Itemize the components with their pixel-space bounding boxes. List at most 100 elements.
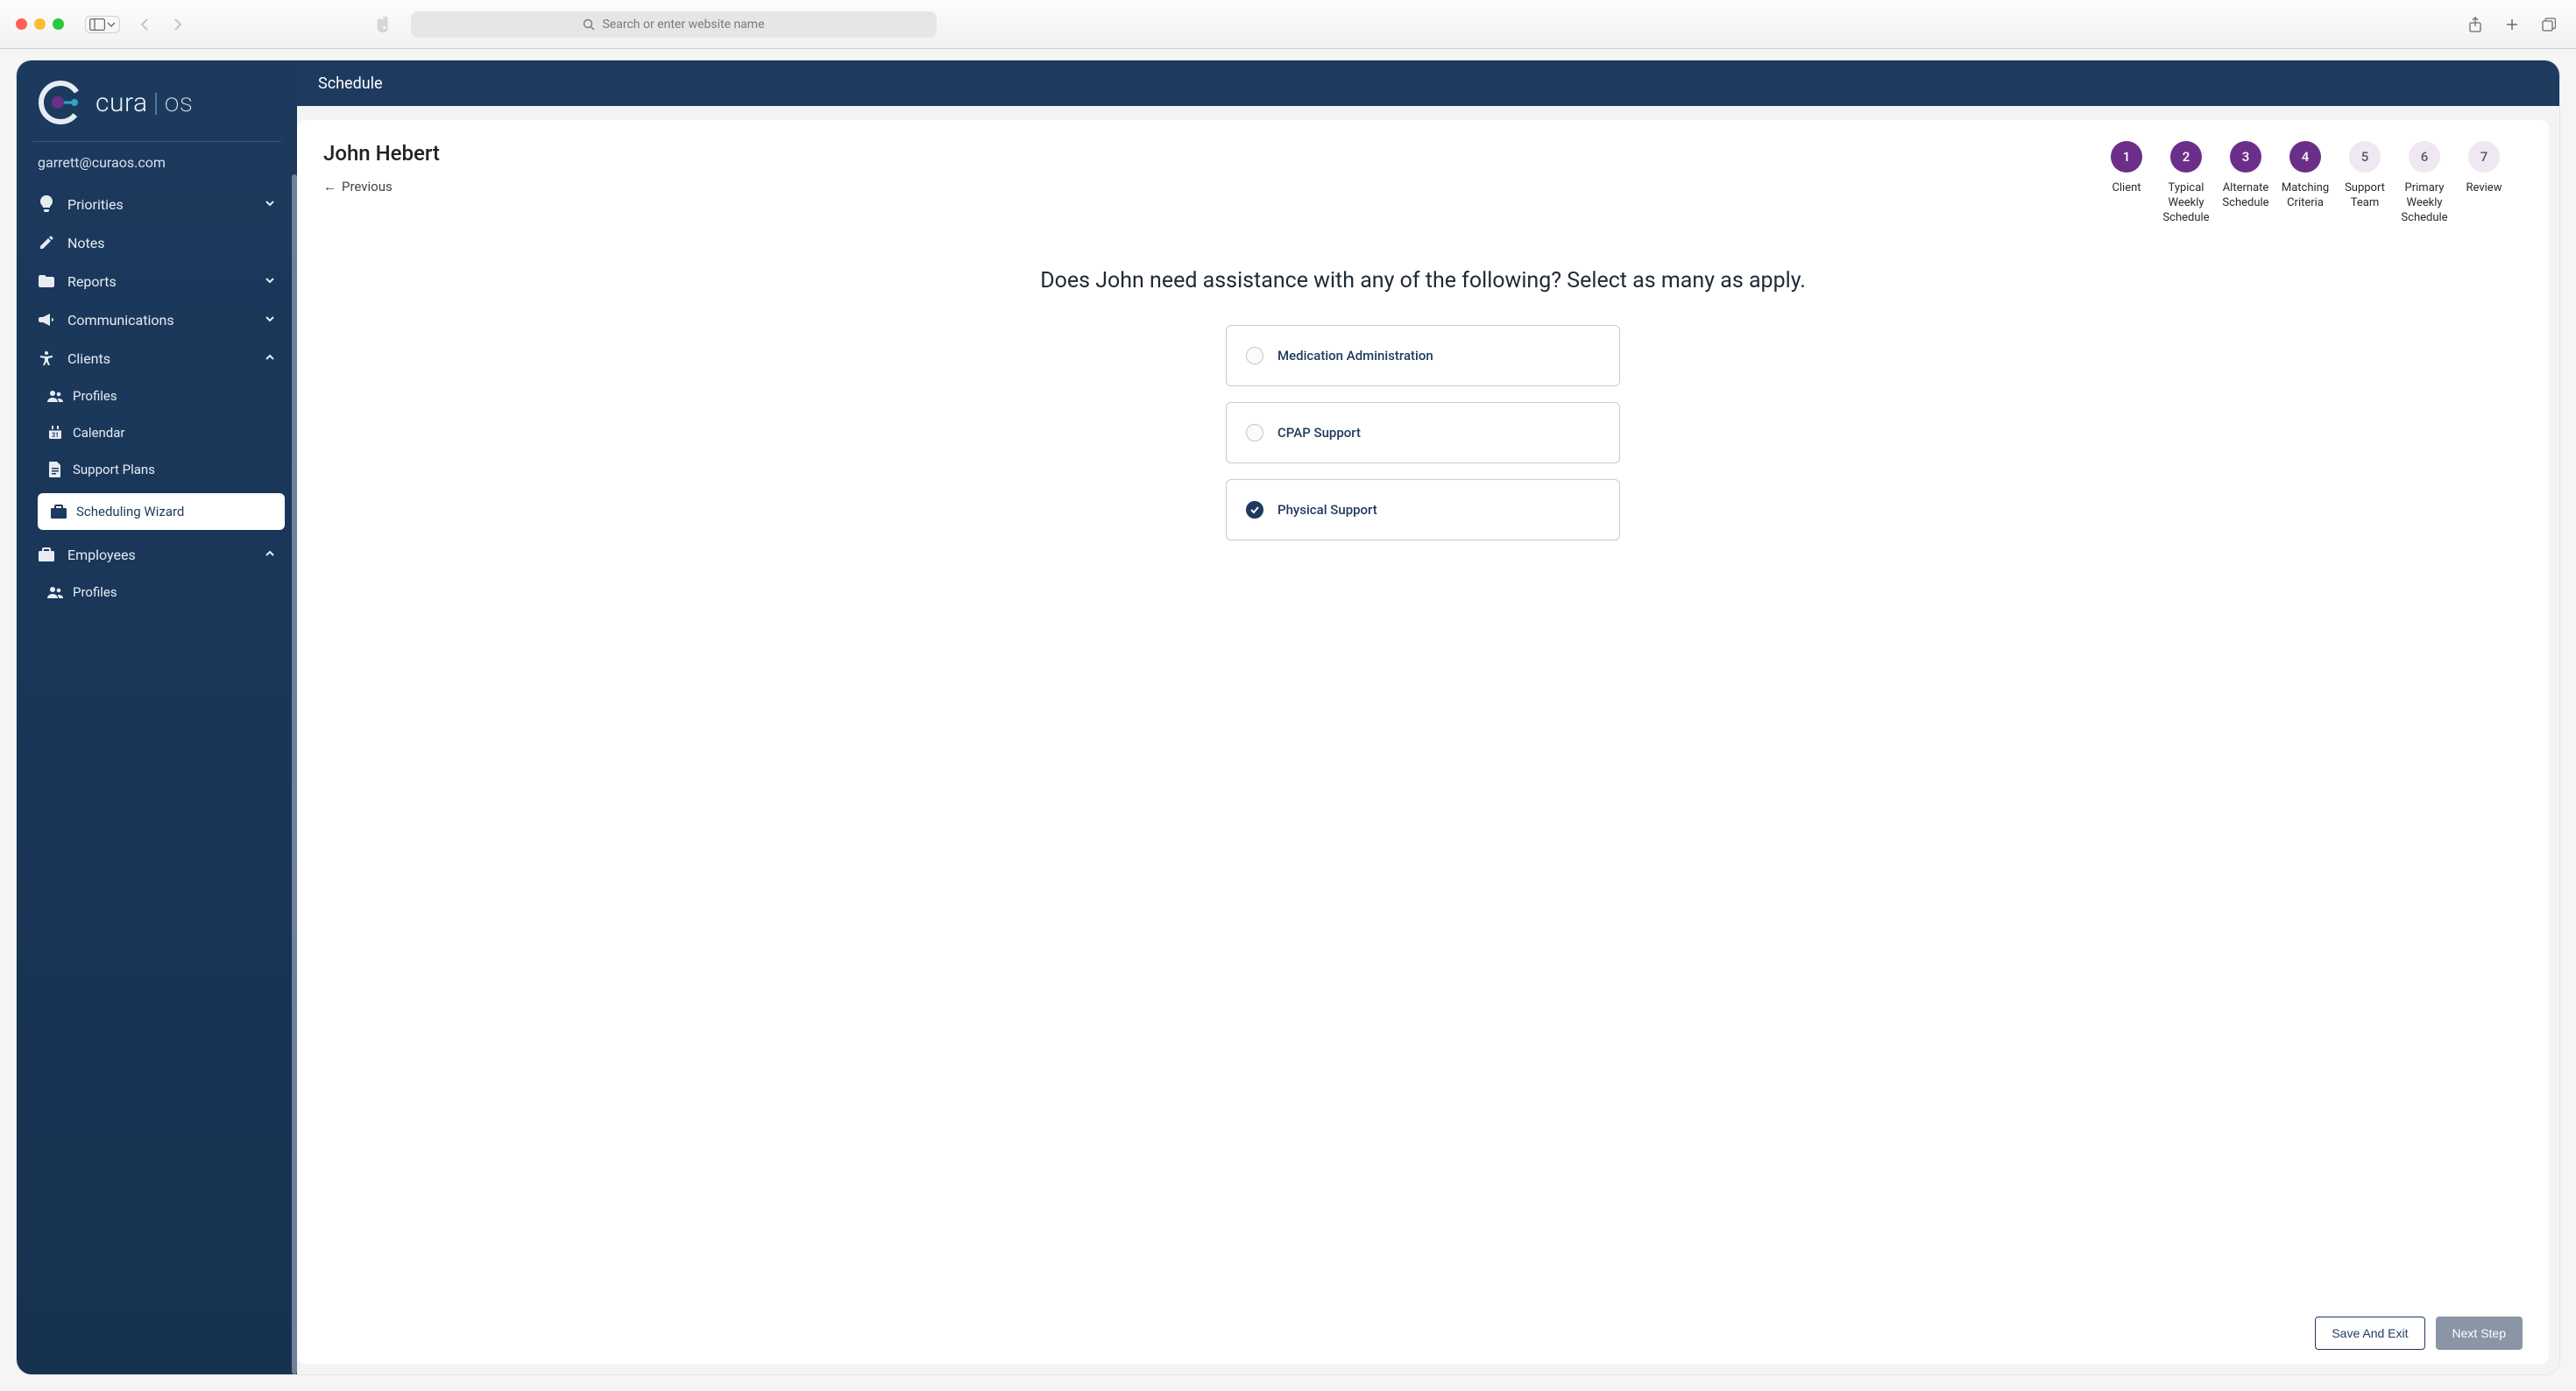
option-medication-administration[interactable]: Medication Administration <box>1226 325 1620 386</box>
step-number: 1 <box>2111 141 2142 173</box>
chevron-down-icon <box>107 20 116 29</box>
share-button[interactable] <box>2464 13 2487 36</box>
calendar-icon: 31 <box>46 424 64 441</box>
footer-actions: Save And Exit Next Step <box>323 1299 2523 1350</box>
sidebar-item-label: Communications <box>67 312 174 328</box>
sidebar-item-label: Notes <box>67 235 105 251</box>
step-number: 5 <box>2349 141 2381 173</box>
sidebar-item-label: Clients <box>67 350 110 367</box>
chevron-up-icon <box>264 547 276 563</box>
folder-icon <box>38 272 55 290</box>
previous-link[interactable]: ← Previous <box>323 179 393 194</box>
app-shell: cura|os garrett@curaos.com Priorities No… <box>16 60 2560 1375</box>
tabs-button[interactable] <box>2537 13 2560 36</box>
people-icon <box>46 387 64 405</box>
pencil-icon <box>38 234 55 251</box>
option-label: CPAP Support <box>1277 425 1361 441</box>
sidebar-subitem-scheduling-wizard[interactable]: Scheduling Wizard <box>38 493 285 530</box>
sidebar-item-clients[interactable]: Clients <box>17 339 297 378</box>
browser-chrome: Search or enter website name <box>0 0 2576 49</box>
step-6[interactable]: 6 Primary Weekly Schedule <box>2395 141 2454 226</box>
client-name: John Hebert <box>323 141 499 166</box>
back-button[interactable] <box>134 13 157 36</box>
accessibility-icon <box>38 350 55 367</box>
new-tab-button[interactable] <box>2501 13 2523 36</box>
sidebar-item-priorities[interactable]: Priorities <box>17 185 297 223</box>
question-text: Does John need assistance with any of th… <box>323 268 2523 293</box>
window-controls <box>16 18 64 30</box>
step-3[interactable]: 3 Alternate Schedule <box>2216 141 2275 226</box>
people-icon <box>46 583 64 601</box>
svg-text:31: 31 <box>52 432 59 439</box>
next-step-button[interactable]: Next Step <box>2436 1317 2523 1350</box>
evernote-icon <box>372 15 392 34</box>
sidebar-subitem-employee-profiles[interactable]: Profiles <box>17 574 297 611</box>
sidebar: cura|os garrett@curaos.com Priorities No… <box>17 60 297 1374</box>
brand-name-b: os <box>165 88 194 118</box>
sidebar-icon <box>89 18 105 31</box>
arrow-left-icon: ← <box>323 179 336 194</box>
stepper: 1 Client 2 Typical Weekly Schedule 3 Alt… <box>2097 141 2523 226</box>
checkbox <box>1246 424 1263 441</box>
logo-text: cura|os <box>96 88 193 118</box>
logo: cura|os <box>17 60 297 138</box>
document-icon <box>46 461 64 478</box>
step-label: Typical Weekly Schedule <box>2156 181 2216 226</box>
options-list: Medication Administration CPAP Support P… <box>1226 325 1620 540</box>
maximize-window-button[interactable] <box>53 18 64 30</box>
step-number: 4 <box>2289 141 2321 173</box>
step-label: Review <box>2466 181 2502 196</box>
sidebar-item-notes[interactable]: Notes <box>17 223 297 262</box>
sidebar-subitem-label: Calendar <box>73 425 125 441</box>
sidebar-item-reports[interactable]: Reports <box>17 262 297 300</box>
nav-arrows <box>134 13 188 36</box>
sidebar-subitem-profiles[interactable]: Profiles <box>17 378 297 414</box>
sidebar-item-label: Employees <box>67 547 136 563</box>
step-1[interactable]: 1 Client <box>2097 141 2156 226</box>
step-4[interactable]: 4 Matching Criteria <box>2275 141 2335 226</box>
step-label: Support Team <box>2335 181 2395 211</box>
step-7[interactable]: 7 Review <box>2454 141 2514 226</box>
chrome-right-controls <box>2464 13 2560 36</box>
sidebar-item-employees[interactable]: Employees <box>17 535 297 574</box>
option-cpap-support[interactable]: CPAP Support <box>1226 402 1620 463</box>
sidebar-item-label: Priorities <box>67 196 124 213</box>
chevron-down-icon <box>264 312 276 328</box>
step-label: Primary Weekly Schedule <box>2395 181 2454 226</box>
client-block: John Hebert ← Previous <box>323 141 499 194</box>
search-icon <box>583 18 595 31</box>
chevron-down-icon <box>264 196 276 213</box>
step-label: Matching Criteria <box>2275 181 2335 211</box>
option-label: Medication Administration <box>1277 348 1433 364</box>
forward-button[interactable] <box>166 13 188 36</box>
step-number: 2 <box>2170 141 2202 173</box>
option-physical-support[interactable]: Physical Support <box>1226 479 1620 540</box>
chevron-down-icon <box>264 273 276 290</box>
megaphone-icon <box>38 311 55 328</box>
sidebar-toggle-group[interactable] <box>85 16 120 33</box>
topbar: Schedule <box>297 60 2559 106</box>
sidebar-item-label: Reports <box>67 273 117 290</box>
step-2[interactable]: 2 Typical Weekly Schedule <box>2156 141 2216 226</box>
url-bar[interactable]: Search or enter website name <box>411 11 937 38</box>
sidebar-item-communications[interactable]: Communications <box>17 300 297 339</box>
step-number: 6 <box>2409 141 2440 173</box>
chevron-up-icon <box>264 350 276 367</box>
step-label: Alternate Schedule <box>2216 181 2275 211</box>
sidebar-subitem-label: Profiles <box>73 388 117 404</box>
card-header: John Hebert ← Previous 1 Client 2 Typica… <box>323 141 2523 226</box>
briefcase-icon <box>50 503 67 520</box>
checkbox <box>1246 501 1263 519</box>
step-5[interactable]: 5 Support Team <box>2335 141 2395 226</box>
step-number: 7 <box>2468 141 2500 173</box>
sidebar-subitem-calendar[interactable]: 31 Calendar <box>17 414 297 451</box>
save-and-exit-button[interactable]: Save And Exit <box>2315 1317 2424 1350</box>
minimize-window-button[interactable] <box>34 18 46 30</box>
sidebar-subitem-label: Scheduling Wizard <box>76 504 184 519</box>
lightbulb-icon <box>38 195 55 213</box>
sidebar-subitem-support-plans[interactable]: Support Plans <box>17 451 297 488</box>
step-label: Client <box>2112 181 2141 196</box>
close-window-button[interactable] <box>16 18 27 30</box>
sidebar-subitem-label: Support Plans <box>73 462 155 477</box>
sidebar-divider <box>32 141 281 142</box>
